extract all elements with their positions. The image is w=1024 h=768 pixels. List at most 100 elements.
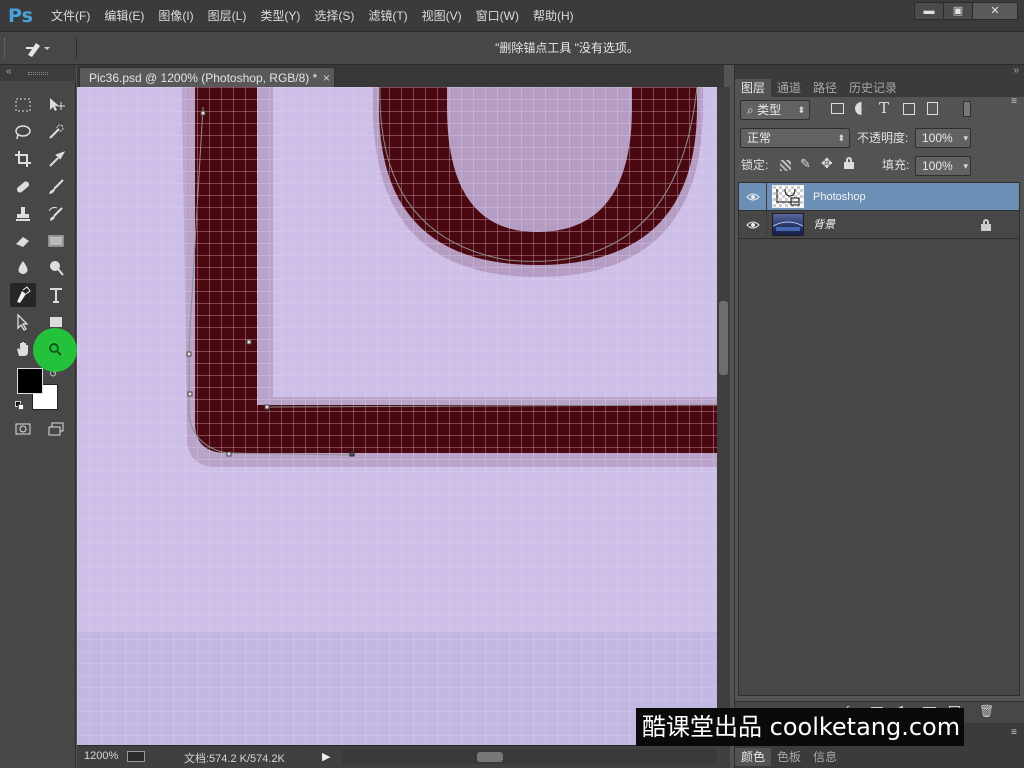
tab-paths[interactable]: 路径 <box>807 79 843 97</box>
tab-swatches[interactable]: 色板 <box>771 748 807 766</box>
menu-select[interactable]: 选择(S) <box>307 0 361 32</box>
preview-icon[interactable] <box>127 751 145 762</box>
menu-layer[interactable]: 图层(L) <box>201 0 254 32</box>
pen-icon <box>17 286 31 303</box>
bandage-icon <box>16 181 30 193</box>
filter-pixel-icon[interactable] <box>831 103 844 114</box>
type-icon <box>50 288 62 303</box>
brush-icon <box>49 179 64 194</box>
close-document-icon[interactable]: × <box>323 68 330 88</box>
blur-tool[interactable] <box>10 256 36 280</box>
tab-channels[interactable]: 通道 <box>771 79 807 97</box>
gradient-icon <box>48 235 64 247</box>
stamp-icon <box>16 207 30 221</box>
shape-path-icon <box>776 188 800 206</box>
healing-brush-tool[interactable] <box>10 175 36 199</box>
quick-selection-icon <box>49 124 64 139</box>
fill-field[interactable]: 100% ▾ <box>915 156 971 176</box>
quick-mask-icon <box>15 423 31 435</box>
lock-all-icon[interactable] <box>844 157 854 169</box>
fill-value: 100% <box>922 159 953 173</box>
clone-stamp-tool[interactable] <box>10 202 36 226</box>
options-message: "删除锚点工具 "没有选项。 <box>495 41 639 55</box>
status-menu-arrow[interactable]: ▶ <box>322 750 330 763</box>
layer-name: Photoshop <box>813 191 866 203</box>
canvas[interactable] <box>77 87 717 745</box>
close-window-button[interactable]: ✕ <box>972 2 1018 20</box>
marquee-tool[interactable] <box>10 93 36 117</box>
screen-mode-button[interactable] <box>43 417 69 441</box>
delete-layer-icon[interactable]: 🗑 <box>979 704 994 718</box>
document-tab-title: Pic36.psd @ 1200% (Photoshop, RGB/8) * <box>89 71 318 85</box>
vertical-scroll-thumb[interactable] <box>719 301 728 375</box>
menu-edit[interactable]: 编辑(E) <box>97 0 151 32</box>
document-tab[interactable]: Pic36.psd @ 1200% (Photoshop, RGB/8) * × <box>79 67 335 87</box>
pen-tool[interactable] <box>10 283 36 307</box>
panel-menu-icon[interactable]: ≡ <box>1011 96 1017 107</box>
menu-help[interactable]: 帮助(H) <box>526 0 581 32</box>
expand-panel-icon[interactable]: » <box>1013 65 1019 76</box>
fill-label: 填充: <box>882 158 910 172</box>
brush-tool[interactable] <box>43 175 69 199</box>
panel-menu-icon[interactable]: ≡ <box>1011 727 1017 738</box>
main-menu: 文件(F) 编辑(E) 图像(I) 图层(L) 类型(Y) 选择(S) 滤镜(T… <box>44 0 581 32</box>
quick-selection-tool[interactable] <box>43 120 69 144</box>
visibility-toggle[interactable] <box>739 211 767 239</box>
layer-filter-dropdown[interactable]: ⌕ 类型 ⬍ <box>740 100 810 120</box>
lock-image-icon[interactable]: ✎ <box>800 156 811 172</box>
tab-history[interactable]: 历史记录 <box>843 79 903 97</box>
opacity-field[interactable]: 100% ▾ <box>915 128 971 148</box>
zoom-level[interactable]: 1200% <box>84 750 118 762</box>
layer-thumbnail <box>772 185 804 208</box>
eye-icon <box>746 221 760 229</box>
menu-image[interactable]: 图像(I) <box>151 0 200 32</box>
eye-icon <box>746 193 760 201</box>
layer-lock-icon <box>981 219 991 231</box>
gradient-tool[interactable] <box>43 229 69 253</box>
collapse-icon[interactable]: « <box>6 66 12 77</box>
toolbox-grip <box>28 72 48 75</box>
menu-view[interactable]: 视图(V) <box>415 0 469 32</box>
blend-mode-dropdown[interactable]: 正常 ⬍ <box>740 128 850 148</box>
layer-row-photoshop[interactable]: Photoshop <box>739 183 1019 211</box>
eyedropper-icon <box>49 151 65 167</box>
opacity-label: 不透明度: <box>857 131 909 145</box>
tab-color[interactable]: 颜色 <box>735 748 772 766</box>
minimize-button[interactable]: ▬ <box>914 2 944 20</box>
filter-type-icon[interactable]: T <box>879 99 889 117</box>
eraser-tool[interactable] <box>10 229 36 253</box>
vertical-scrollbar[interactable] <box>717 87 730 745</box>
watermark: 酷课堂出品 coolketang.com <box>636 708 964 746</box>
lasso-tool[interactable] <box>10 120 36 144</box>
move-tool[interactable] <box>43 93 69 117</box>
default-colors-icon[interactable] <box>15 401 25 411</box>
visibility-toggle[interactable] <box>739 183 767 211</box>
quick-mask-button[interactable] <box>10 417 36 441</box>
panel-tabs: 图层 通道 路径 历史记录 ≡ <box>735 79 1024 107</box>
panel-header: » <box>735 65 1024 79</box>
menu-window[interactable]: 窗口(W) <box>469 0 526 32</box>
menu-file[interactable]: 文件(F) <box>44 0 97 32</box>
tab-info[interactable]: 信息 <box>807 748 843 766</box>
filter-shape-icon[interactable] <box>903 103 915 115</box>
filter-smart-object-icon[interactable] <box>927 102 938 115</box>
layer-row-background[interactable]: 背景 <box>739 211 1019 239</box>
crop-tool[interactable] <box>10 147 36 171</box>
menu-filter[interactable]: 滤镜(T) <box>361 0 414 32</box>
restore-button[interactable]: ▣ <box>943 2 973 20</box>
horizontal-scrollbar[interactable] <box>342 749 717 764</box>
blend-mode-value: 正常 <box>747 131 772 145</box>
path-selection-icon <box>17 313 29 331</box>
menu-type[interactable]: 类型(Y) <box>253 0 307 32</box>
dodge-tool[interactable] <box>43 256 69 280</box>
filter-toggle[interactable] <box>963 101 971 117</box>
status-bar: 1200% 文档:574.2 K/574.2K ▶ <box>77 745 730 768</box>
type-tool[interactable] <box>43 283 69 307</box>
eyedropper-tool[interactable] <box>43 147 69 171</box>
lock-position-icon[interactable]: ✥ <box>821 155 833 172</box>
tab-layers[interactable]: 图层 <box>735 79 772 97</box>
history-brush-tool[interactable] <box>43 202 69 226</box>
filter-adjustment-icon[interactable] <box>855 102 868 115</box>
horizontal-scroll-thumb[interactable] <box>477 752 503 762</box>
lock-transparent-icon[interactable] <box>780 160 791 171</box>
